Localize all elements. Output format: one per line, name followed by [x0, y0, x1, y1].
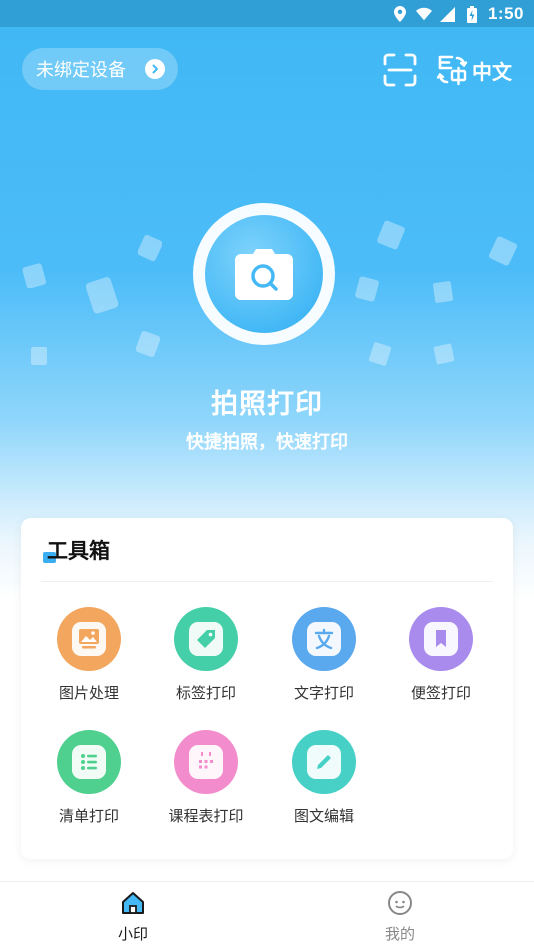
tool-icon-bg	[57, 730, 121, 794]
location-icon	[392, 6, 408, 22]
list-icon	[81, 754, 97, 770]
tool-label: 课程表打印	[168, 807, 244, 825]
tab-label: 我的	[384, 925, 415, 943]
hero-title: 拍照打印	[211, 389, 323, 420]
language-switch-button[interactable]: 中文	[436, 53, 512, 87]
document-icon	[433, 343, 455, 365]
document-icon	[86, 277, 119, 314]
tool-list-print[interactable]: 清单打印	[39, 730, 139, 826]
tool-label: 便签打印	[410, 684, 471, 702]
tool-icon-bg	[174, 730, 238, 794]
text-icon	[314, 628, 334, 650]
tool-label: 文字打印	[293, 684, 354, 702]
scan-icon	[383, 53, 417, 87]
document-icon	[377, 220, 405, 250]
tool-label: 标签打印	[175, 684, 236, 702]
tab-profile[interactable]: 我的	[340, 890, 460, 944]
hero-subtitle: 快捷拍照，快速打印	[186, 432, 348, 453]
camera-button-inner	[205, 215, 323, 333]
device-label: 未绑定设备	[36, 60, 126, 81]
wifi-icon	[415, 6, 432, 22]
tool-icon-bg	[409, 607, 473, 671]
document-icon	[31, 347, 47, 365]
tool-image-text-edit[interactable]: 图文编辑	[274, 730, 374, 826]
translate-icon	[436, 55, 468, 86]
document-icon	[355, 276, 379, 302]
document-icon	[22, 263, 46, 288]
edit-icon	[317, 755, 331, 769]
tab-home[interactable]: 小印	[73, 890, 193, 944]
profile-icon	[388, 891, 412, 915]
divider	[41, 581, 493, 582]
tool-icon-bg	[57, 607, 121, 671]
tool-label: 图文编辑	[293, 807, 354, 825]
signal-icon	[440, 6, 456, 22]
tool-label: 清单打印	[58, 807, 119, 825]
photo-print-button[interactable]	[193, 203, 335, 345]
document-icon	[489, 236, 517, 266]
document-icon	[138, 235, 162, 261]
tool-image-processing[interactable]: 图片处理	[39, 607, 139, 703]
unbound-device-button[interactable]: 未绑定设备	[22, 48, 178, 90]
tool-icon-bg	[292, 730, 356, 794]
bookmark-icon	[436, 630, 446, 647]
language-label: 中文	[472, 59, 512, 84]
tool-schedule-print[interactable]: 课程表打印	[156, 730, 256, 826]
tag-icon	[197, 630, 215, 648]
status-time: 1:50	[487, 4, 524, 23]
toolbox-card: 工具箱 图片处理 标签打印 文字打印 便签打印 清单打印 课程表打印 图文编辑	[21, 518, 513, 859]
tool-icon-bg	[174, 607, 238, 671]
chevron-right-icon	[145, 59, 165, 79]
calendar-icon	[199, 752, 213, 769]
battery-charging-icon	[464, 5, 480, 23]
tab-label: 小印	[117, 925, 148, 943]
document-icon	[432, 281, 454, 303]
status-bar: 1:50	[0, 0, 534, 27]
tool-note-print[interactable]: 便签打印	[391, 607, 491, 703]
image-icon	[79, 629, 99, 649]
bottom-tab-bar: 小印 我的	[0, 881, 534, 950]
document-icon	[369, 342, 391, 366]
document-icon	[136, 331, 160, 357]
toolbox-title: 工具箱	[47, 539, 110, 563]
tool-label: 图片处理	[58, 684, 119, 702]
tool-text-print[interactable]: 文字打印	[274, 607, 374, 703]
camera-icon	[235, 249, 293, 300]
tool-label-print[interactable]: 标签打印	[156, 607, 256, 703]
home-icon	[122, 892, 144, 914]
scan-button[interactable]	[383, 53, 417, 87]
tool-icon-bg	[292, 607, 356, 671]
